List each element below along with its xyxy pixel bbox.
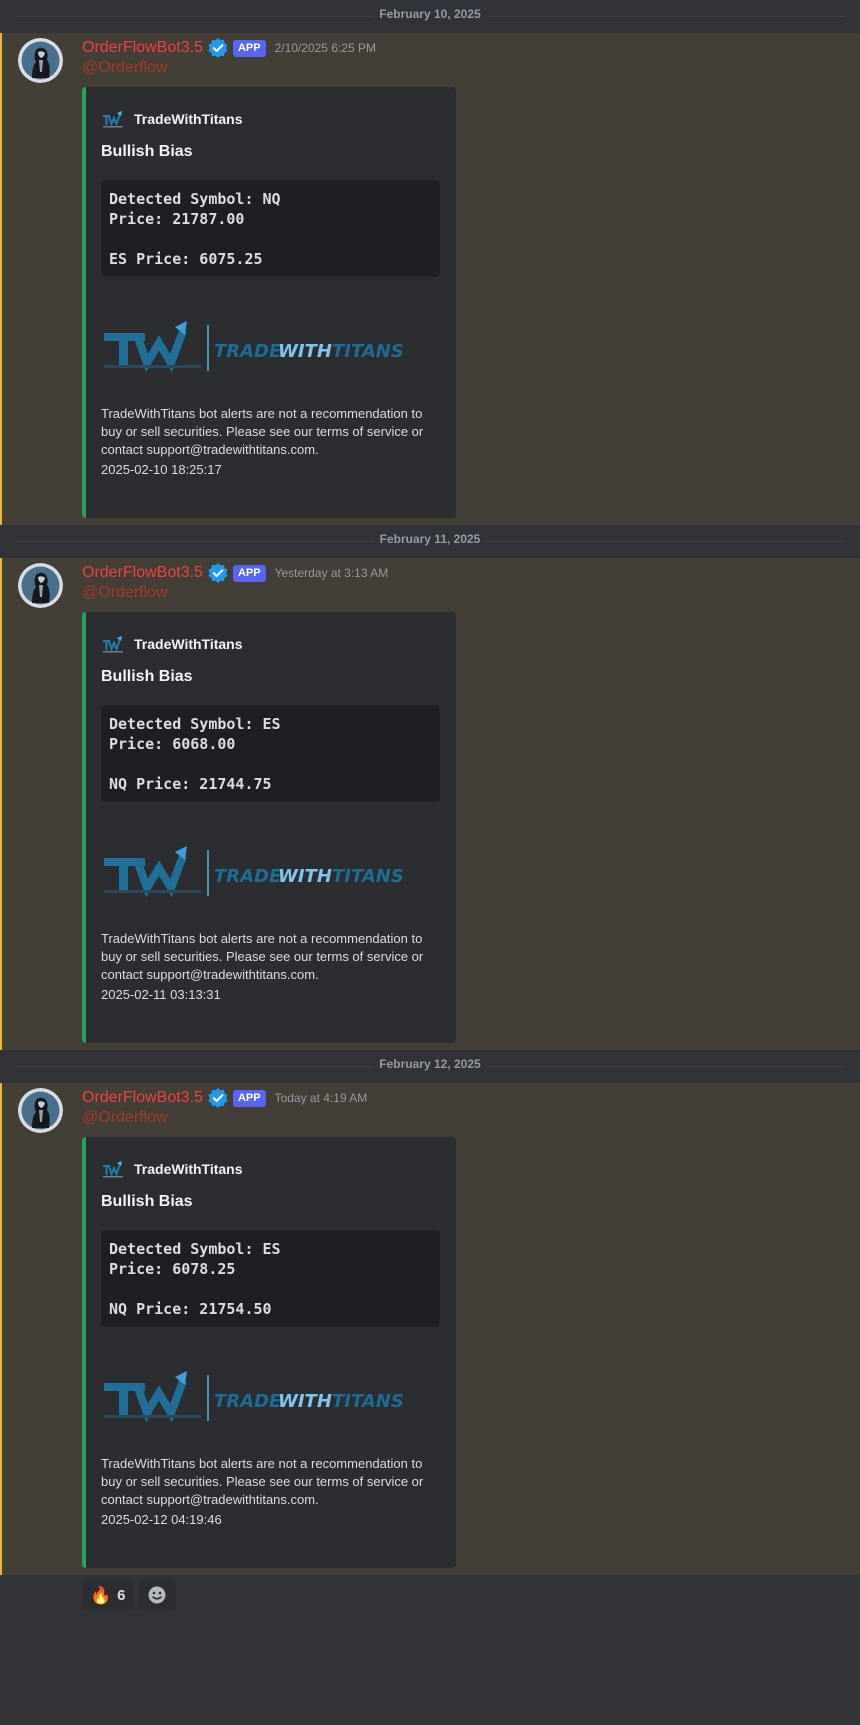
message: OrderFlowBot3.5 APP Today at 4:19 AM @Or… bbox=[0, 1083, 860, 1611]
banner-text-trade: TRADE bbox=[214, 866, 282, 887]
banner-text-titans: TITANS bbox=[332, 866, 404, 887]
code-block: Detected Symbol: ES Price: 6078.25 NQ Pr… bbox=[101, 1230, 440, 1327]
date-divider: February 10, 2025 bbox=[0, 0, 860, 33]
app-badge: APP bbox=[232, 39, 266, 57]
embed-author: TradeWithTitans bbox=[101, 1157, 243, 1181]
embed-author-name[interactable]: TradeWithTitans bbox=[134, 111, 243, 127]
banner-text-with: WITH bbox=[278, 341, 332, 362]
embed-author-name[interactable]: TradeWithTitans bbox=[134, 636, 243, 652]
embed: TradeWithTitans Bullish Bias Detected Sy… bbox=[82, 1137, 456, 1568]
add-reaction-icon bbox=[148, 1586, 166, 1604]
reaction-count: 6 bbox=[117, 1586, 126, 1604]
username[interactable]: OrderFlowBot3.5 bbox=[82, 39, 203, 57]
embed-title: Bullish Bias bbox=[101, 1193, 193, 1210]
twt-monogram-icon bbox=[104, 321, 201, 373]
role-mention[interactable]: @Orderflow bbox=[82, 59, 168, 77]
code-block: Detected Symbol: ES Price: 6068.00 NQ Pr… bbox=[101, 705, 440, 802]
banner-text-titans: TITANS bbox=[332, 1391, 404, 1412]
role-mention[interactable]: @Orderflow bbox=[82, 584, 168, 602]
add-reaction-button[interactable] bbox=[137, 1579, 176, 1611]
banner-text-trade: TRADE bbox=[214, 341, 282, 362]
bot-avatar[interactable] bbox=[18, 563, 63, 608]
bot-avatar[interactable] bbox=[18, 1088, 63, 1133]
embed-author-name[interactable]: TradeWithTitans bbox=[134, 1161, 243, 1177]
tradewithtitans-banner: TRADE WITH TITANS bbox=[101, 1365, 441, 1425]
message: OrderFlowBot3.5 APP 2/10/2025 6:25 PM @O… bbox=[0, 33, 860, 561]
embed: TradeWithTitans Bullish Bias Detected Sy… bbox=[82, 87, 456, 518]
message-timestamp[interactable]: Yesterday at 3:13 AM bbox=[275, 566, 389, 580]
date-divider: February 11, 2025 bbox=[0, 525, 860, 558]
date-divider-label: February 12, 2025 bbox=[373, 1057, 487, 1071]
date-divider-label: February 11, 2025 bbox=[373, 532, 487, 546]
twt-monogram-icon bbox=[104, 846, 201, 898]
banner-text-titans: TITANS bbox=[332, 341, 404, 362]
app-badge: APP bbox=[232, 1089, 266, 1107]
twt-monogram-icon bbox=[104, 1371, 201, 1423]
verified-badge-icon bbox=[208, 1088, 228, 1108]
embed-footer-timestamp: 2025-02-12 04:19:46 bbox=[101, 1512, 222, 1527]
embed-footer-timestamp: 2025-02-10 18:25:17 bbox=[101, 462, 222, 477]
message-header: OrderFlowBot3.5 APP 2/10/2025 6:25 PM bbox=[82, 37, 376, 59]
embed-title: Bullish Bias bbox=[101, 668, 193, 685]
date-divider: February 12, 2025 bbox=[0, 1050, 860, 1083]
fire-icon: 🔥 bbox=[90, 1585, 112, 1605]
embed-description: TradeWithTitans bot alerts are not a rec… bbox=[101, 931, 424, 982]
message-header: OrderFlowBot3.5 APP Yesterday at 3:13 AM bbox=[82, 562, 388, 584]
banner-text-with: WITH bbox=[278, 1391, 332, 1412]
banner-text-with: WITH bbox=[278, 866, 332, 887]
verified-badge-icon bbox=[208, 38, 228, 58]
tradewithtitans-logo-icon bbox=[103, 636, 123, 653]
tradewithtitans-banner: TRADE WITH TITANS bbox=[101, 315, 441, 375]
message-timestamp[interactable]: Today at 4:19 AM bbox=[275, 1091, 368, 1105]
tradewithtitans-logo-icon bbox=[103, 1161, 123, 1178]
message-header: OrderFlowBot3.5 APP Today at 4:19 AM bbox=[82, 1087, 367, 1109]
tradewithtitans-logo-icon bbox=[103, 111, 123, 128]
verified-badge-icon bbox=[208, 563, 228, 583]
embed-description: TradeWithTitans bot alerts are not a rec… bbox=[101, 406, 424, 457]
app-badge: APP bbox=[232, 564, 266, 582]
code-block: Detected Symbol: NQ Price: 21787.00 ES P… bbox=[101, 180, 440, 277]
embed-author: TradeWithTitans bbox=[101, 107, 243, 131]
username[interactable]: OrderFlowBot3.5 bbox=[82, 564, 203, 582]
embed-author: TradeWithTitans bbox=[101, 632, 243, 656]
reaction-button[interactable]: 🔥 6 bbox=[82, 1579, 134, 1611]
embed: TradeWithTitans Bullish Bias Detected Sy… bbox=[82, 612, 456, 1043]
message-timestamp[interactable]: 2/10/2025 6:25 PM bbox=[275, 41, 376, 55]
role-mention[interactable]: @Orderflow bbox=[82, 1109, 168, 1127]
tradewithtitans-banner: TRADE WITH TITANS bbox=[101, 840, 441, 900]
username[interactable]: OrderFlowBot3.5 bbox=[82, 1089, 203, 1107]
embed-description: TradeWithTitans bot alerts are not a rec… bbox=[101, 1456, 424, 1507]
message: OrderFlowBot3.5 APP Yesterday at 3:13 AM… bbox=[0, 558, 860, 1086]
embed-footer-timestamp: 2025-02-11 03:13:31 bbox=[101, 987, 221, 1002]
reactions-bar: 🔥 6 bbox=[82, 1579, 176, 1611]
date-divider-label: February 10, 2025 bbox=[373, 7, 487, 21]
bot-avatar[interactable] bbox=[18, 38, 63, 83]
banner-text-trade: TRADE bbox=[214, 1391, 282, 1412]
embed-title: Bullish Bias bbox=[101, 143, 193, 160]
